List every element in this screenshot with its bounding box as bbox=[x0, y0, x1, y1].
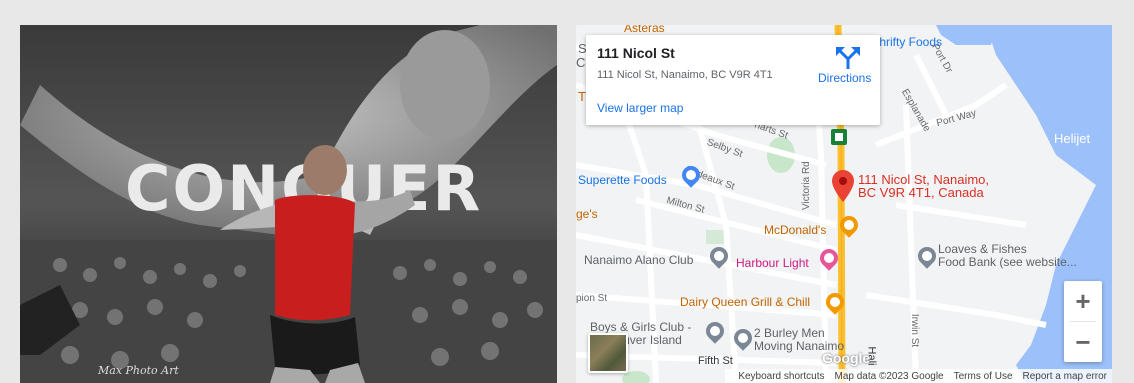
poi-dairy-queen[interactable]: Dairy Queen Grill & Chill bbox=[680, 295, 810, 309]
label-t: T bbox=[578, 89, 586, 104]
place-title: 111 Nicol St bbox=[597, 45, 675, 61]
directions-icon[interactable] bbox=[836, 47, 860, 69]
satellite-toggle-thumbnail[interactable] bbox=[588, 333, 628, 373]
poi-superette-foods[interactable]: Superette Foods bbox=[578, 173, 667, 187]
place-address: 111 Nicol St, Nanaimo, BC V9R 4T1 bbox=[597, 69, 773, 81]
location-marker-icon[interactable] bbox=[832, 170, 854, 202]
zoom-controls: + − bbox=[1064, 281, 1102, 362]
road-irwin: Irwin St bbox=[909, 313, 921, 348]
road-fifth: Fifth St bbox=[698, 355, 733, 367]
poi-thrifty-foods[interactable]: Thrifty Foods bbox=[872, 35, 942, 49]
gym-photo: CONQUER Max Photo Art bbox=[20, 25, 557, 383]
poi-asteras[interactable]: Asteras bbox=[624, 25, 665, 35]
label-helijet: Helijet bbox=[1054, 131, 1091, 146]
poi-harbour-light[interactable]: Harbour Light bbox=[736, 256, 809, 270]
poi-loaves-line2: Food Bank (see website... bbox=[938, 255, 1077, 269]
photo-watermark: Max Photo Art bbox=[98, 364, 179, 377]
google-logo: Google bbox=[822, 350, 871, 366]
embedded-map[interactable]: Selby St Prideaux St Milton St Victoria … bbox=[576, 25, 1112, 383]
poi-ges[interactable]: ge's bbox=[576, 207, 598, 221]
place-info-card: 111 Nicol St 111 Nicol St, Nanaimo, BC V… bbox=[586, 35, 880, 125]
poi-mcdonalds[interactable]: McDonald's bbox=[764, 223, 826, 237]
marker-label-line2: BC V9R 4T1, Canada bbox=[858, 185, 984, 200]
terms-of-use-link[interactable]: Terms of Use bbox=[949, 371, 1018, 382]
view-larger-map-link[interactable]: View larger map bbox=[597, 101, 683, 115]
marker-label: 111 Nicol St, Nanaimo, BC V9R 4T1, Canad… bbox=[858, 173, 989, 199]
zoom-out-button[interactable]: − bbox=[1064, 322, 1102, 362]
road-pion: pion St bbox=[576, 293, 608, 304]
map-data-attribution: Map data ©2023 Google bbox=[834, 370, 944, 382]
directions-link[interactable]: Directions bbox=[818, 71, 871, 85]
keyboard-shortcuts-link[interactable]: Keyboard shortcuts bbox=[733, 371, 829, 382]
poi-nanaimo-alano-club[interactable]: Nanaimo Alano Club bbox=[584, 253, 693, 267]
zoom-in-button[interactable]: + bbox=[1064, 281, 1102, 321]
report-map-error-link[interactable]: Report a map error bbox=[1018, 371, 1112, 382]
road-victoria: Victoria Rd bbox=[801, 161, 812, 210]
map-attribution-bar: Keyboard shortcuts Map data ©2023 Google… bbox=[725, 369, 1112, 383]
poi-loaves-fishes[interactable]: Loaves & Fishes Food Bank (see website..… bbox=[938, 243, 1077, 269]
